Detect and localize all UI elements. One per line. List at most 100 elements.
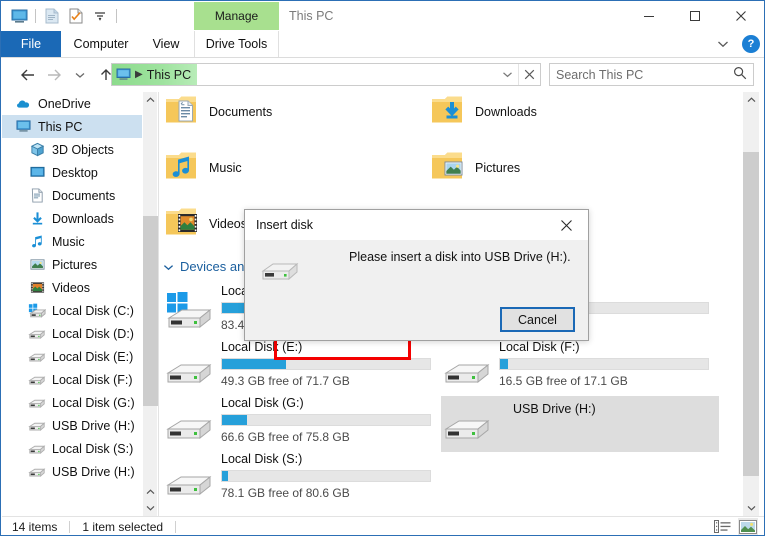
sidebar-item-local-disk-g[interactable]: Local Disk (G:) bbox=[2, 391, 142, 414]
help-button[interactable]: ? bbox=[742, 35, 760, 53]
folder-item-music[interactable]: Music bbox=[165, 150, 242, 183]
tab-view[interactable]: View bbox=[143, 31, 189, 57]
close-button[interactable] bbox=[718, 1, 764, 31]
sidebar-scroll-thumb[interactable] bbox=[143, 216, 158, 406]
scroll-down-icon[interactable] bbox=[143, 500, 158, 516]
sidebar-item-this-pc[interactable]: This PC bbox=[2, 115, 142, 138]
drive-free-space: 66.6 GB free of 75.8 GB bbox=[221, 430, 350, 444]
ribbon-right-controls: ? bbox=[712, 31, 760, 57]
sidebar-item-local-disk-d[interactable]: Local Disk (D:) bbox=[2, 322, 142, 345]
drive-capacity-fill bbox=[222, 471, 229, 481]
contextual-tab-group: Manage bbox=[194, 2, 279, 30]
sidebar-scroll-up-2-icon[interactable] bbox=[143, 484, 158, 500]
chevron-down-icon[interactable] bbox=[163, 259, 174, 274]
sidebar-item-usb-drive-h[interactable]: USB Drive (H:) bbox=[2, 414, 142, 437]
drive-capacity-bar bbox=[221, 358, 431, 370]
drive-free-space: 16.5 GB free of 17.1 GB bbox=[499, 374, 628, 388]
3d-objects-icon bbox=[28, 141, 46, 159]
chevron-down-icon[interactable] bbox=[496, 64, 518, 85]
sidebar-item-onedrive[interactable]: OneDrive bbox=[2, 92, 142, 115]
drive-label: Local Disk (G:) bbox=[221, 396, 304, 410]
dialog-close-button[interactable] bbox=[544, 210, 588, 240]
large-icons-view-icon[interactable] bbox=[738, 517, 758, 535]
quick-access-toolbar bbox=[1, 1, 119, 31]
dialog-title-bar: Insert disk bbox=[245, 210, 588, 240]
chevron-down-icon[interactable] bbox=[712, 31, 734, 57]
drive-item-local-disk-s[interactable]: Local Disk (S:) 78.1 GB free of 80.6 GB bbox=[163, 452, 441, 508]
address-bar[interactable]: ▶ This PC bbox=[111, 63, 541, 86]
drive-icon bbox=[28, 348, 46, 366]
drive-item-usb-drive-h[interactable]: USB Drive (H:) bbox=[441, 396, 719, 452]
folder-label: Documents bbox=[209, 104, 273, 119]
folder-item-downloads[interactable]: Downloads bbox=[431, 94, 537, 127]
folder-label: Music bbox=[209, 160, 242, 175]
cancel-button[interactable]: Cancel bbox=[500, 307, 575, 332]
drive-item-local-disk-e[interactable]: Local Disk (E:) 49.3 GB free of 71.7 GB bbox=[163, 340, 441, 396]
recent-locations-button[interactable] bbox=[67, 61, 93, 89]
tab-file[interactable]: File bbox=[1, 31, 61, 57]
sidebar-item-videos[interactable]: Videos bbox=[2, 276, 142, 299]
breadcrumb-separator: ▶ bbox=[135, 69, 143, 80]
sidebar-item-local-disk-s[interactable]: Local Disk (S:) bbox=[2, 437, 142, 460]
sidebar-item-label: Local Disk (E:) bbox=[52, 349, 134, 364]
status-divider bbox=[69, 520, 71, 533]
sidebar-item-label: Pictures bbox=[52, 257, 98, 272]
status-divider-2 bbox=[175, 520, 177, 533]
sidebar-item-label: Downloads bbox=[52, 211, 114, 226]
sidebar-item-label: Local Disk (C:) bbox=[52, 303, 134, 318]
search-box[interactable]: Search This PC bbox=[549, 63, 754, 86]
content-scroll-thumb[interactable] bbox=[743, 152, 759, 476]
sidebar-item-desktop[interactable]: Desktop bbox=[2, 161, 142, 184]
drive-item-local-disk-f[interactable]: Local Disk (F:) 16.5 GB free of 17.1 GB bbox=[441, 340, 719, 396]
folder-videos-icon bbox=[165, 206, 199, 239]
contextual-tab-manage[interactable]: Manage bbox=[194, 2, 279, 30]
sidebar-item-music[interactable]: Music bbox=[2, 230, 142, 253]
status-item-count: 14 items bbox=[12, 519, 58, 534]
folder-label: Videos bbox=[209, 216, 247, 231]
minimize-button[interactable] bbox=[626, 1, 672, 31]
customize-dropdown-icon[interactable] bbox=[90, 5, 110, 27]
forward-button[interactable] bbox=[41, 61, 67, 89]
content-scroll-down-icon[interactable] bbox=[743, 500, 759, 516]
search-icon[interactable] bbox=[733, 66, 747, 83]
folder-downloads-icon bbox=[431, 94, 465, 127]
new-folder-icon[interactable] bbox=[66, 5, 86, 27]
properties-icon[interactable] bbox=[42, 5, 62, 27]
drive-icon bbox=[28, 417, 46, 435]
sidebar-item-downloads[interactable]: Downloads bbox=[2, 207, 142, 230]
scroll-up-icon[interactable] bbox=[143, 92, 158, 108]
content-scroll-up-icon[interactable] bbox=[743, 92, 759, 108]
sidebar-item-local-disk-c[interactable]: Local Disk (C:) bbox=[2, 299, 142, 322]
folder-item-videos[interactable]: Videos bbox=[165, 206, 247, 239]
folder-documents-icon bbox=[165, 94, 199, 127]
pictures-icon bbox=[28, 256, 46, 274]
content-scrollbar[interactable] bbox=[743, 92, 759, 516]
sidebar-item-local-disk-e[interactable]: Local Disk (E:) bbox=[2, 345, 142, 368]
dialog-body: Please insert a disk into USB Drive (H:)… bbox=[245, 240, 588, 342]
maximize-button[interactable] bbox=[672, 1, 718, 31]
this-pc-icon[interactable] bbox=[9, 5, 29, 27]
folder-pictures-icon bbox=[431, 150, 465, 183]
qat-divider-2 bbox=[116, 9, 117, 23]
details-view-icon[interactable] bbox=[712, 518, 732, 536]
tab-drive-tools[interactable]: Drive Tools bbox=[194, 31, 279, 57]
folder-item-pictures[interactable]: Pictures bbox=[431, 150, 520, 183]
search-input[interactable]: Search This PC bbox=[556, 68, 733, 82]
drive-icon bbox=[259, 260, 299, 289]
sidebar-item-3d-objects[interactable]: 3D Objects bbox=[2, 138, 142, 161]
folder-item-documents[interactable]: Documents bbox=[165, 94, 272, 127]
navigation-pane[interactable]: OneDrive This PC 3D Objects Desktop Document… bbox=[2, 92, 142, 516]
window-title: This PC bbox=[289, 9, 334, 23]
drive-label: Local Disk (E:) bbox=[221, 340, 303, 354]
sidebar-item-documents[interactable]: Documents bbox=[2, 184, 142, 207]
breadcrumb-this-pc[interactable]: ▶ This PC bbox=[112, 64, 198, 85]
sidebar-item-pictures[interactable]: Pictures bbox=[2, 253, 142, 276]
drive-item-local-disk-g[interactable]: Local Disk (G:) 66.6 GB free of 75.8 GB bbox=[163, 396, 441, 452]
tab-computer[interactable]: Computer bbox=[63, 31, 139, 57]
stop-icon[interactable] bbox=[518, 64, 540, 85]
sidebar-scrollbar[interactable] bbox=[142, 92, 158, 516]
sidebar-item-local-disk-f[interactable]: Local Disk (F:) bbox=[2, 368, 142, 391]
drive-icon bbox=[165, 412, 213, 447]
sidebar-item-usb-drive-h[interactable]: USB Drive (H:) bbox=[2, 460, 142, 483]
back-button[interactable] bbox=[15, 61, 41, 89]
